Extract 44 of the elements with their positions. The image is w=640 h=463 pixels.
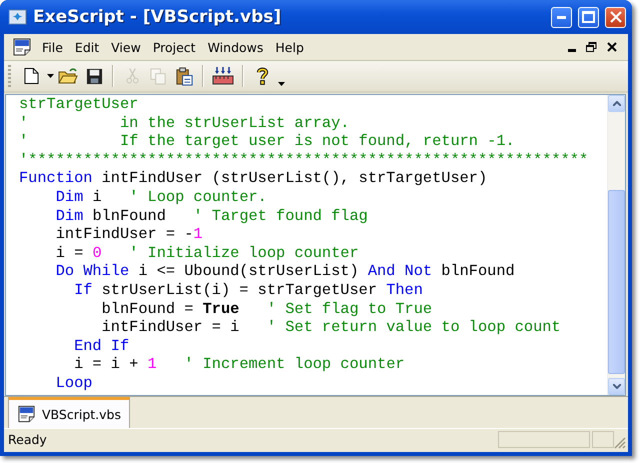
restore-icon	[586, 42, 597, 52]
document-tab[interactable]: VBScript.vbs	[8, 397, 130, 428]
code-line: End If	[73, 336, 130, 356]
code-line: Do While i <= Ubound(strUserList) And Not blnFound	[54, 262, 515, 281]
status-panel	[592, 430, 614, 448]
code-line: Dim blnFound ' Target found flag	[54, 206, 368, 226]
window-title: ExeScript - [VBScript.vbs]	[33, 7, 282, 27]
code-line: strTargetUser	[19, 95, 138, 114]
close-icon	[610, 11, 622, 23]
scroll-down-button[interactable]	[608, 378, 625, 395]
menu-item[interactable]: Help	[269, 36, 310, 58]
code-line: i = 0 ' Initialize loop counter	[54, 244, 359, 262]
chevron-up-icon	[612, 101, 620, 106]
code-line: blnFound = True ' Set flag to True	[100, 300, 432, 318]
menu-item[interactable]: Edit	[68, 36, 106, 58]
resize-grip-icon[interactable]	[614, 437, 626, 449]
code-line: intFindUser = i ' Set return value to loop count	[100, 318, 561, 337]
script-icon	[17, 404, 36, 424]
minimize-icon	[557, 16, 566, 18]
minimize-icon	[568, 49, 576, 52]
maximize-button[interactable]	[578, 6, 599, 28]
caret-icon[interactable]	[278, 82, 285, 86]
code-line: If strUserList(i) = strTargetUser Then	[73, 280, 423, 300]
close-icon	[607, 42, 617, 52]
maximize-icon	[582, 11, 595, 23]
scroll-up-button[interactable]	[608, 95, 625, 112]
code-line: '*************************************************************	[19, 150, 588, 170]
code-line: ' If the target user is not found, return -1.	[19, 132, 515, 151]
code-line: Function intFindUser (strUserList(), strTargetUser)	[19, 169, 488, 188]
caret-icon[interactable]	[47, 74, 54, 78]
code-line: i = i + 1 ' Increment loop counter	[73, 355, 405, 374]
scrollbar[interactable]	[607, 95, 625, 395]
menu-item[interactable]: View	[105, 36, 147, 58]
menu-item[interactable]: Project	[146, 36, 202, 58]
code-line: Dim i ' Loop counter.	[54, 188, 267, 207]
script-icon	[12, 37, 32, 57]
menu-item[interactable]: File	[36, 36, 69, 58]
status-text: Ready	[8, 432, 48, 446]
code-line: ' in the strUserList array.	[19, 114, 350, 132]
code-line: Loop	[54, 374, 92, 392]
code-line: intFindUser = -1	[54, 225, 203, 244]
app-icon	[8, 8, 27, 26]
menu-item[interactable]: Windows	[202, 36, 270, 58]
chevron-down-icon	[612, 384, 620, 389]
